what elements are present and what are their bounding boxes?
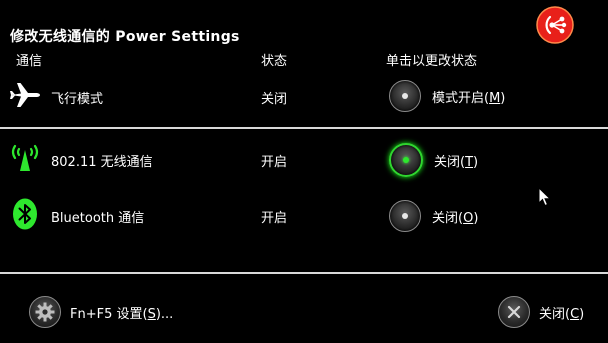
toggle-knob-icon <box>389 200 421 232</box>
settings-label: Fn+F5 设置(S)... <box>70 306 174 322</box>
footer-divider <box>0 272 608 274</box>
close-button[interactable]: 关闭(C) <box>498 296 584 328</box>
column-header-device: 通信 <box>16 54 43 69</box>
wireless-share-app-icon[interactable] <box>536 6 574 44</box>
gear-icon <box>29 296 61 328</box>
column-header-status: 状态 <box>261 54 288 69</box>
close-icon <box>498 296 530 328</box>
fn-f5-settings-button[interactable]: Fn+F5 设置(S)... <box>29 296 173 328</box>
mouse-cursor-icon <box>538 186 552 211</box>
airplane-icon <box>9 82 41 112</box>
bluetooth-icon <box>12 198 38 234</box>
row-status-bluetooth: 开启 <box>261 211 288 226</box>
row-label-bluetooth: Bluetooth 通信 <box>51 211 145 226</box>
column-header-action: 单击以更改状态 <box>386 54 478 69</box>
airplane-mode-toggle-button[interactable]: 模式开启(M) <box>389 80 505 112</box>
bluetooth-toggle-button[interactable]: 关闭(O) <box>389 200 478 232</box>
wireless-toggle-button[interactable]: 关闭(T) <box>389 143 478 177</box>
wifi-antenna-icon <box>10 143 40 177</box>
toggle-label: 模式开启(M) <box>432 90 506 106</box>
section-divider <box>0 127 608 129</box>
row-status-wireless: 开启 <box>261 155 288 170</box>
window-title: 修改无线通信的 Power Settings <box>10 29 240 45</box>
toggle-label: 关闭(T) <box>434 154 479 170</box>
toggle-knob-icon <box>389 80 421 112</box>
close-label: 关闭(C) <box>539 306 585 322</box>
toggle-label: 关闭(O) <box>432 210 479 226</box>
row-label-airplane-mode: 飞行模式 <box>51 92 104 107</box>
toggle-knob-on-icon <box>389 143 423 177</box>
row-label-wireless: 802.11 无线通信 <box>51 155 153 170</box>
row-status-airplane-mode: 关闭 <box>261 92 288 107</box>
